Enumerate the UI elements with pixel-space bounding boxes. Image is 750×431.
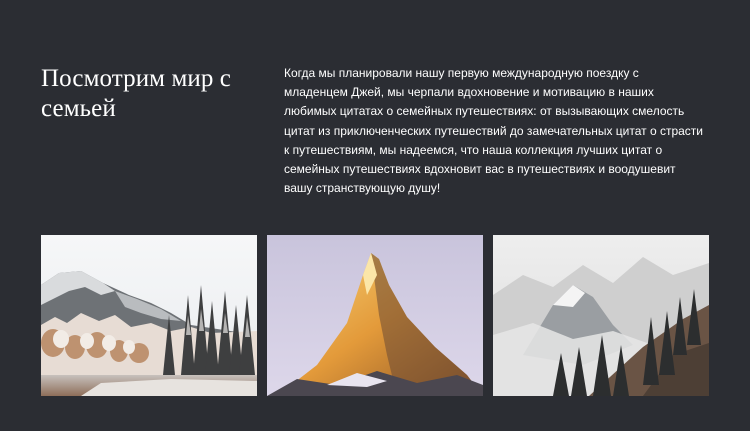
photo-gallery xyxy=(41,235,709,396)
section-title: Посмотрим мир с семьей xyxy=(41,65,231,122)
content-section: Посмотрим мир с семьей Когда мы планиров… xyxy=(0,0,750,431)
golden-peak-photo[interactable] xyxy=(267,235,483,396)
misty-mountains-photo[interactable] xyxy=(493,235,709,396)
section-body-text: Когда мы планировали нашу первую междуна… xyxy=(284,66,704,196)
winter-forest-mountain-photo[interactable] xyxy=(41,235,257,396)
